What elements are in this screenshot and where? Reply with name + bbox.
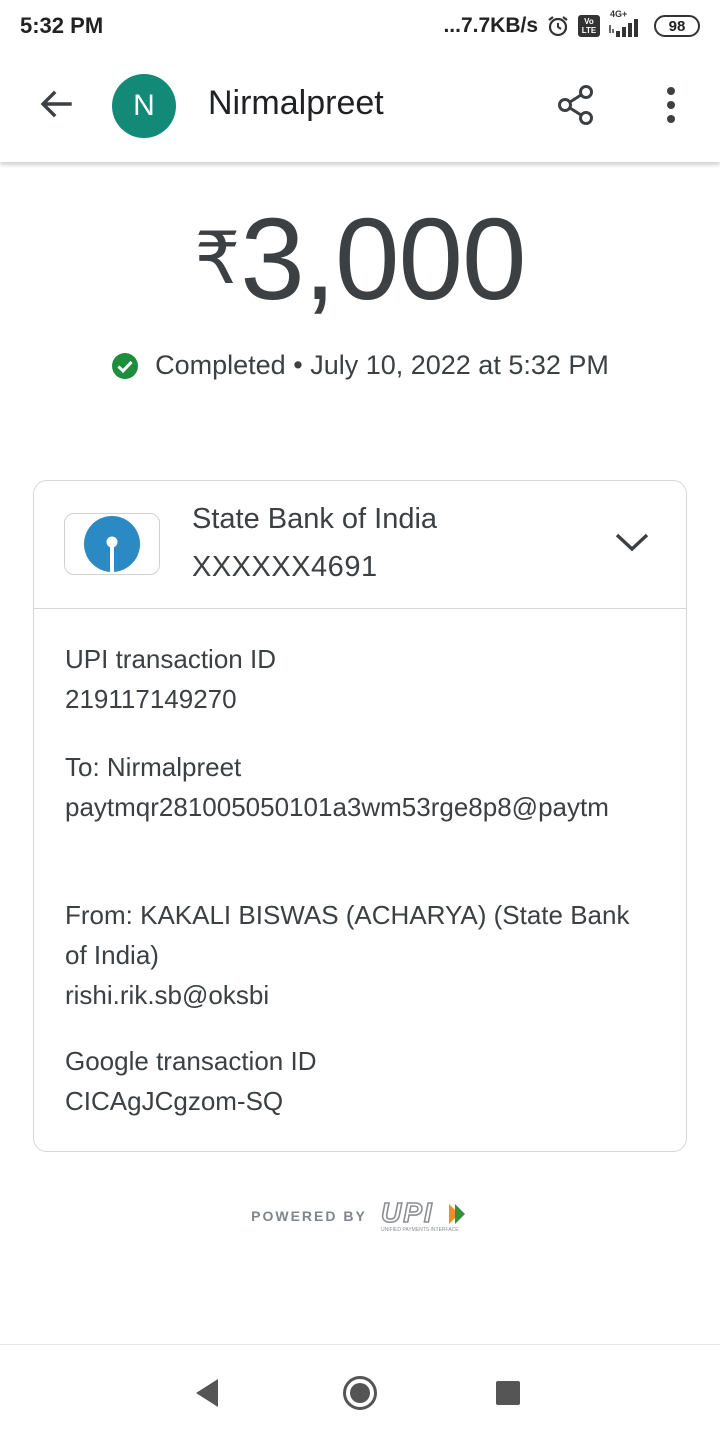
battery-icon: 98 bbox=[654, 15, 700, 37]
status-time: 5:32 PM bbox=[20, 13, 104, 38]
battery-level: 98 bbox=[668, 17, 686, 35]
more-options-button[interactable] bbox=[656, 86, 686, 126]
bank-name: State Bank of India bbox=[192, 503, 438, 535]
back-arrow-icon bbox=[40, 90, 72, 118]
nav-home-icon[interactable] bbox=[342, 1375, 378, 1411]
powered-by-upi: POWERED BY UPI UNIFIED PAYMENTS INTERFAC… bbox=[0, 1198, 720, 1234]
nav-recents-icon[interactable] bbox=[496, 1381, 520, 1405]
svg-text:UNIFIED PAYMENTS INTERFACE: UNIFIED PAYMENTS INTERFACE bbox=[381, 1227, 459, 1233]
page-title: Nirmalpreet bbox=[208, 84, 384, 122]
back-button[interactable] bbox=[36, 84, 76, 124]
check-circle-icon bbox=[112, 352, 139, 379]
payment-amount: ₹3,000 bbox=[0, 192, 720, 326]
avatar[interactable]: N bbox=[112, 74, 176, 138]
more-vert-icon bbox=[667, 87, 675, 123]
alarm-icon bbox=[546, 14, 570, 38]
detail-value: rishi.rik.sb@oksbi bbox=[65, 980, 270, 1010]
volte-icon: Vo LTE bbox=[578, 15, 600, 37]
bank-account-row[interactable]: State Bank of India XXXXXX4691 bbox=[34, 481, 686, 609]
currency-symbol: ₹ bbox=[194, 219, 241, 299]
payment-datetime: July 10, 2022 at 5:32 PM bbox=[310, 350, 609, 380]
upi-logo-icon: UPI UNIFIED PAYMENTS INTERFACE bbox=[380, 1198, 465, 1233]
lte-label: LTE bbox=[581, 26, 597, 35]
network-speed: ...7.7KB/s bbox=[443, 14, 538, 37]
detail-label: UPI transaction ID bbox=[65, 644, 276, 674]
share-icon bbox=[558, 85, 593, 125]
bank-account-number: XXXXXX4691 bbox=[192, 551, 378, 583]
payment-status: Completed • July 10, 2022 at 5:32 PM bbox=[0, 350, 720, 381]
volte-label: Vo bbox=[584, 17, 594, 26]
status-text: Completed bbox=[155, 350, 286, 380]
detail-value: CICAgJCgzom-SQ bbox=[65, 1086, 284, 1116]
detail-value: paytmqr281005050101a3wm53rge8p8@paytm bbox=[65, 792, 609, 822]
detail-label: To: Nirmalpreet bbox=[65, 752, 242, 782]
detail-label: From: KAKALI BISWAS (ACHARYA) (State Ban… bbox=[65, 900, 630, 970]
bank-logo bbox=[64, 513, 160, 575]
svg-text:UPI: UPI bbox=[381, 1198, 434, 1228]
nav-back-icon[interactable] bbox=[194, 1377, 222, 1409]
detail-label: Google transaction ID bbox=[65, 1046, 317, 1076]
amount-value: 3,000 bbox=[240, 194, 526, 324]
detail-value: 219117149270 bbox=[65, 684, 237, 714]
detail-upi-transaction-id: UPI transaction ID 219117149270 bbox=[65, 639, 655, 719]
chevron-down-icon[interactable] bbox=[614, 527, 650, 555]
app-bar: N Nirmalpreet bbox=[0, 52, 720, 162]
transaction-details-card: State Bank of India XXXXXX4691 UPI trans… bbox=[33, 480, 687, 1152]
detail-google-transaction-id: Google transaction ID CICAgJCgzom-SQ bbox=[65, 1041, 655, 1121]
share-button[interactable] bbox=[556, 84, 596, 126]
powered-by-label: POWERED BY bbox=[251, 1208, 367, 1224]
detail-sender: From: KAKALI BISWAS (ACHARYA) (State Ban… bbox=[65, 895, 655, 1015]
status-bar: 5:32 PM ...7.7KB/s Vo LTE 4G+ 98 bbox=[0, 0, 720, 52]
avatar-letter: N bbox=[133, 89, 155, 122]
system-nav-bar bbox=[0, 1344, 720, 1440]
sbi-logo-icon bbox=[84, 516, 140, 573]
detail-recipient: To: Nirmalpreet paytmqr281005050101a3wm5… bbox=[65, 747, 655, 827]
status-indicators: ...7.7KB/s Vo LTE 4G+ 98 bbox=[443, 9, 700, 38]
signal-icon: 4G+ bbox=[608, 9, 646, 37]
status-separator: • bbox=[293, 350, 303, 380]
